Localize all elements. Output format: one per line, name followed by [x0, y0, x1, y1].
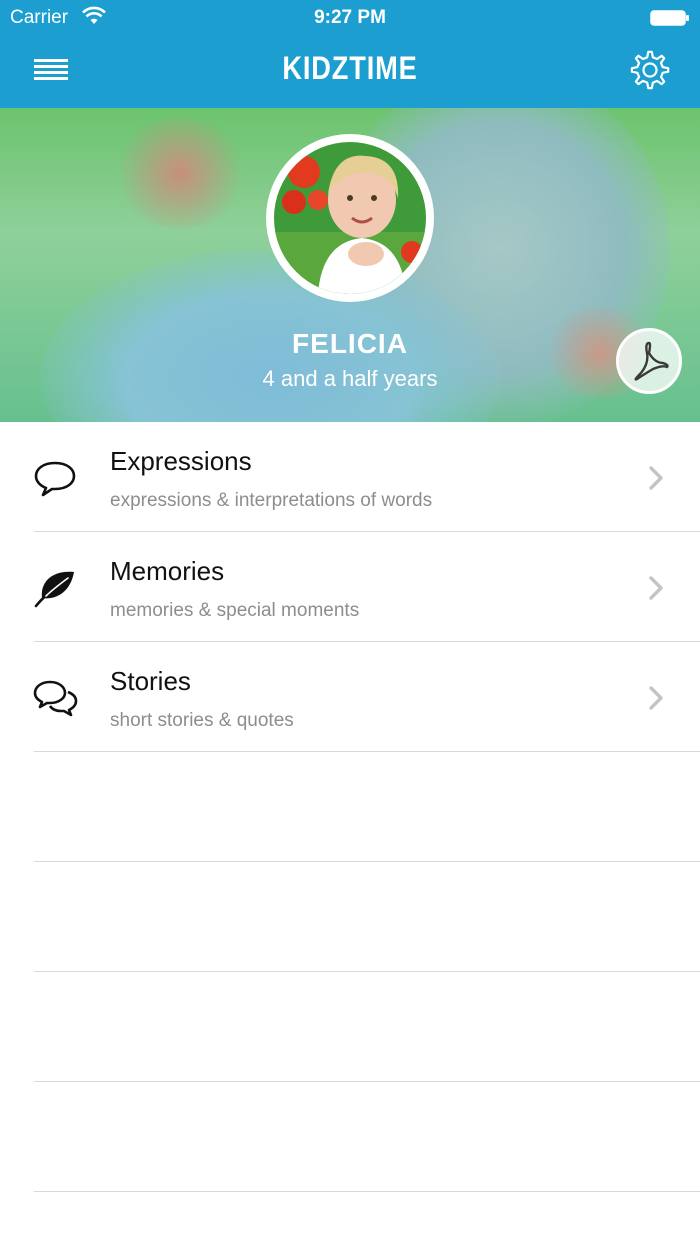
category-list: Expressions expressions & interpretation…	[0, 422, 700, 1192]
status-bar: Carrier 9:27 PM	[0, 0, 700, 36]
list-item-title: Memories	[110, 556, 225, 586]
list-item-subtitle: expressions & interpretations of words	[110, 490, 433, 511]
gear-icon	[630, 50, 670, 90]
list-item-subtitle: short stories & quotes	[110, 710, 294, 731]
settings-button[interactable]	[626, 46, 674, 94]
child-age: 4 and a half years	[262, 366, 438, 391]
background-flower	[110, 118, 250, 228]
list-item-title: Stories	[110, 666, 191, 696]
top-bar: Carrier 9:27 PM KIDZTIME	[0, 0, 700, 108]
empty-row	[0, 1082, 700, 1192]
list-item-title: Expressions	[110, 446, 252, 476]
avatar-photo	[274, 142, 426, 294]
avatar[interactable]	[266, 134, 434, 302]
leaf-icon	[34, 571, 74, 608]
battery-icon	[650, 10, 689, 26]
pdf-icon	[634, 341, 669, 381]
chevron-right-icon	[649, 576, 663, 600]
list-item-memories[interactable]: Memories memories & special moments	[0, 532, 700, 642]
list-item-expressions[interactable]: Expressions expressions & interpretation…	[0, 422, 700, 532]
child-photo	[274, 142, 426, 294]
app-title: KIDZTIME	[282, 50, 418, 86]
profile-header: FELICIA 4 and a half years	[0, 108, 700, 422]
list-item-subtitle: memories & special moments	[110, 600, 360, 621]
chevron-right-icon	[649, 686, 663, 710]
speech-bubble-icon	[34, 461, 76, 497]
navigation-bar: KIDZTIME	[0, 36, 700, 108]
status-time: 9:27 PM	[314, 7, 386, 28]
child-name: FELICIA	[292, 328, 408, 359]
chevron-right-icon	[649, 466, 663, 490]
empty-row	[0, 752, 700, 862]
list-item-stories[interactable]: Stories short stories & quotes	[0, 642, 700, 752]
chat-bubbles-icon	[33, 680, 78, 717]
divider	[34, 1191, 700, 1192]
empty-row	[0, 862, 700, 972]
empty-row	[0, 972, 700, 1082]
pdf-export-button[interactable]	[616, 328, 682, 394]
